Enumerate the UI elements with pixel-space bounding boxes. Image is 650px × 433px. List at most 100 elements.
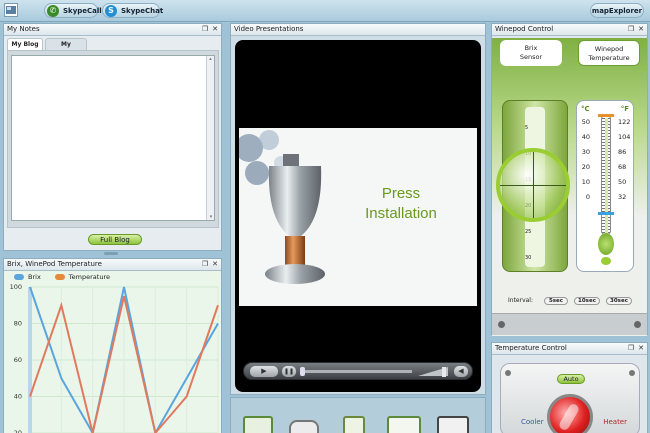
y-tick-label: 100 bbox=[10, 283, 22, 291]
legend-temperature-swatch bbox=[54, 274, 65, 280]
pause-button[interactable]: ❚❚ bbox=[282, 366, 296, 377]
panel-title-bar: Winepod Control ❐ ✕ bbox=[492, 24, 647, 36]
hydrometer-tick: 5 bbox=[525, 125, 529, 131]
temperature-high-marker[interactable] bbox=[598, 114, 614, 117]
tab-brix-sensor[interactable]: Brix Sensor bbox=[500, 40, 562, 66]
skypechat-button[interactable]: S SkypeChat bbox=[102, 3, 164, 18]
progress-handle[interactable] bbox=[300, 367, 305, 376]
tab-winepod-temperature[interactable]: Winepod Temperature bbox=[578, 40, 640, 66]
thumbnail-tank[interactable] bbox=[343, 416, 365, 433]
app-icon[interactable] bbox=[4, 3, 18, 17]
top-bar: ✆ SkypeCall S SkypeChat mapExplorer bbox=[0, 0, 650, 22]
fahrenheit-tick: 50 bbox=[618, 178, 627, 186]
celsius-label: °C bbox=[581, 105, 590, 113]
screw-icon bbox=[634, 321, 641, 328]
magnifier-crosshair-v bbox=[533, 152, 534, 218]
notes-editor-frame: ▴ ▾ bbox=[7, 50, 219, 228]
close-icon[interactable]: ✕ bbox=[211, 260, 219, 268]
thermometer-knob[interactable] bbox=[601, 257, 611, 265]
celsius-tick: 30 bbox=[581, 148, 590, 156]
interval-30sec-button[interactable]: 30sec bbox=[606, 297, 632, 305]
celsius-tick: 40 bbox=[581, 133, 590, 141]
scroll-up-icon[interactable]: ▴ bbox=[207, 56, 214, 62]
restore-icon[interactable]: ❐ bbox=[201, 260, 209, 268]
close-icon[interactable]: ✕ bbox=[637, 25, 645, 33]
panel-splitter[interactable] bbox=[104, 252, 118, 255]
hydrometer-magnifier[interactable] bbox=[496, 148, 570, 222]
tab-my-blog[interactable]: My Blog bbox=[7, 38, 43, 50]
fahrenheit-label: °F bbox=[620, 105, 629, 113]
panel-title: Brix, WinePod Temperature bbox=[7, 260, 102, 268]
volume-slider[interactable] bbox=[418, 367, 448, 377]
video-frame[interactable]: Press Installation bbox=[239, 128, 477, 306]
video-controls: ▶ ❚❚ ◀ bbox=[243, 362, 473, 380]
skypecall-button[interactable]: ✆ SkypeCall bbox=[44, 3, 102, 18]
temperature-control-body: Auto Cooler Heater bbox=[500, 363, 640, 433]
hydrometer-tick: 25 bbox=[525, 229, 532, 235]
celsius-ticks: 50 40 30 20 10 0 bbox=[578, 115, 590, 205]
y-axis bbox=[28, 287, 32, 433]
thermometer: °C °F 50 40 30 20 10 0 122 104 86 68 50 … bbox=[576, 100, 634, 272]
fahrenheit-tick: 104 bbox=[618, 133, 631, 141]
tab-my-notepad[interactable]: My Notepad bbox=[45, 38, 87, 60]
fahrenheit-tick: 122 bbox=[618, 118, 631, 126]
hydrometer-tick: 30 bbox=[525, 255, 532, 261]
notes-tabs: My Blog My Notepad bbox=[7, 38, 87, 60]
temperature-low-marker[interactable] bbox=[598, 212, 614, 215]
close-icon[interactable]: ✕ bbox=[637, 344, 645, 352]
thumbnail-camera[interactable] bbox=[289, 420, 319, 433]
pause-icon: ❚❚ bbox=[283, 368, 295, 375]
interval-5sec-button[interactable]: 5sec bbox=[544, 297, 568, 305]
temperature-knob[interactable] bbox=[547, 394, 593, 433]
fahrenheit-tick: 32 bbox=[618, 193, 627, 201]
celsius-tick: 0 bbox=[585, 193, 590, 201]
celsius-tick: 20 bbox=[581, 163, 590, 171]
thumbnail-monitor[interactable] bbox=[437, 416, 469, 433]
skype-icon: S bbox=[105, 5, 117, 17]
mapexplorer-button[interactable]: mapExplorer bbox=[590, 3, 644, 18]
auto-button[interactable]: Auto bbox=[557, 374, 585, 384]
panel-title: Video Presentations bbox=[234, 25, 304, 33]
brix-chart-panel: Brix, WinePod Temperature ❐ ✕ Brix Temper… bbox=[3, 258, 222, 433]
celsius-tick: 50 bbox=[581, 118, 590, 126]
celsius-tick: 10 bbox=[581, 178, 590, 186]
video-panel: Video Presentations Press Installation ▶… bbox=[230, 23, 486, 395]
winepod-product-image bbox=[265, 154, 325, 284]
panel-title-bar: My Notes ❐ ✕ bbox=[4, 24, 221, 36]
restore-icon[interactable]: ❐ bbox=[627, 25, 635, 33]
progress-bar[interactable] bbox=[300, 367, 412, 376]
screw-icon bbox=[505, 370, 511, 376]
interval-10sec-button[interactable]: 10sec bbox=[574, 297, 600, 305]
thermometer-tube bbox=[598, 114, 614, 235]
phone-icon: ✆ bbox=[47, 5, 59, 17]
temperature-control-panel: Temperature Control ❐ ✕ Auto Cooler Heate… bbox=[491, 342, 648, 433]
winepod-control-panel: Winepod Control ❐ ✕ Brix Sensor Winepod T… bbox=[491, 23, 648, 336]
skypechat-label: SkypeChat bbox=[121, 6, 164, 15]
y-tick-label: 60 bbox=[14, 356, 22, 364]
notes-textarea[interactable]: ▴ ▾ bbox=[11, 55, 215, 221]
legend-brix-label: Brix bbox=[28, 273, 41, 281]
panel-title: Winepod Control bbox=[495, 25, 554, 33]
notes-scrollbar[interactable]: ▴ ▾ bbox=[206, 56, 214, 220]
panel-title-bar: Brix, WinePod Temperature ❐ ✕ bbox=[4, 259, 221, 271]
play-button[interactable]: ▶ bbox=[250, 366, 278, 377]
mapexplorer-label: mapExplorer bbox=[591, 6, 643, 15]
legend-temperature-label: Temperature bbox=[68, 273, 110, 281]
restore-icon[interactable]: ❐ bbox=[627, 344, 635, 352]
full-blog-button[interactable]: Full Blog bbox=[88, 234, 142, 245]
close-icon[interactable]: ✕ bbox=[211, 25, 219, 33]
thermometer-bulb bbox=[598, 233, 614, 255]
brix-temperature-chart: 100 80 60 40 20 bbox=[10, 283, 219, 433]
thumbnail-chart[interactable] bbox=[387, 416, 421, 433]
thermometer-mercury bbox=[605, 118, 608, 234]
scroll-down-icon[interactable]: ▾ bbox=[207, 214, 215, 220]
video-player: Press Installation ▶ ❚❚ ◀ bbox=[235, 40, 481, 392]
skypecall-label: SkypeCall bbox=[63, 6, 102, 15]
winepod-control-footer bbox=[492, 313, 647, 335]
my-notes-panel: My Notes ❐✕ My Blog My Notepad ▴ ▾ Full … bbox=[3, 23, 222, 251]
screw-icon bbox=[629, 370, 635, 376]
restore-icon[interactable]: ❐ bbox=[201, 25, 209, 33]
volume-button[interactable]: ◀ bbox=[454, 366, 468, 377]
cooler-label: Cooler bbox=[521, 418, 544, 426]
thumbnail-calendar[interactable] bbox=[243, 416, 273, 433]
